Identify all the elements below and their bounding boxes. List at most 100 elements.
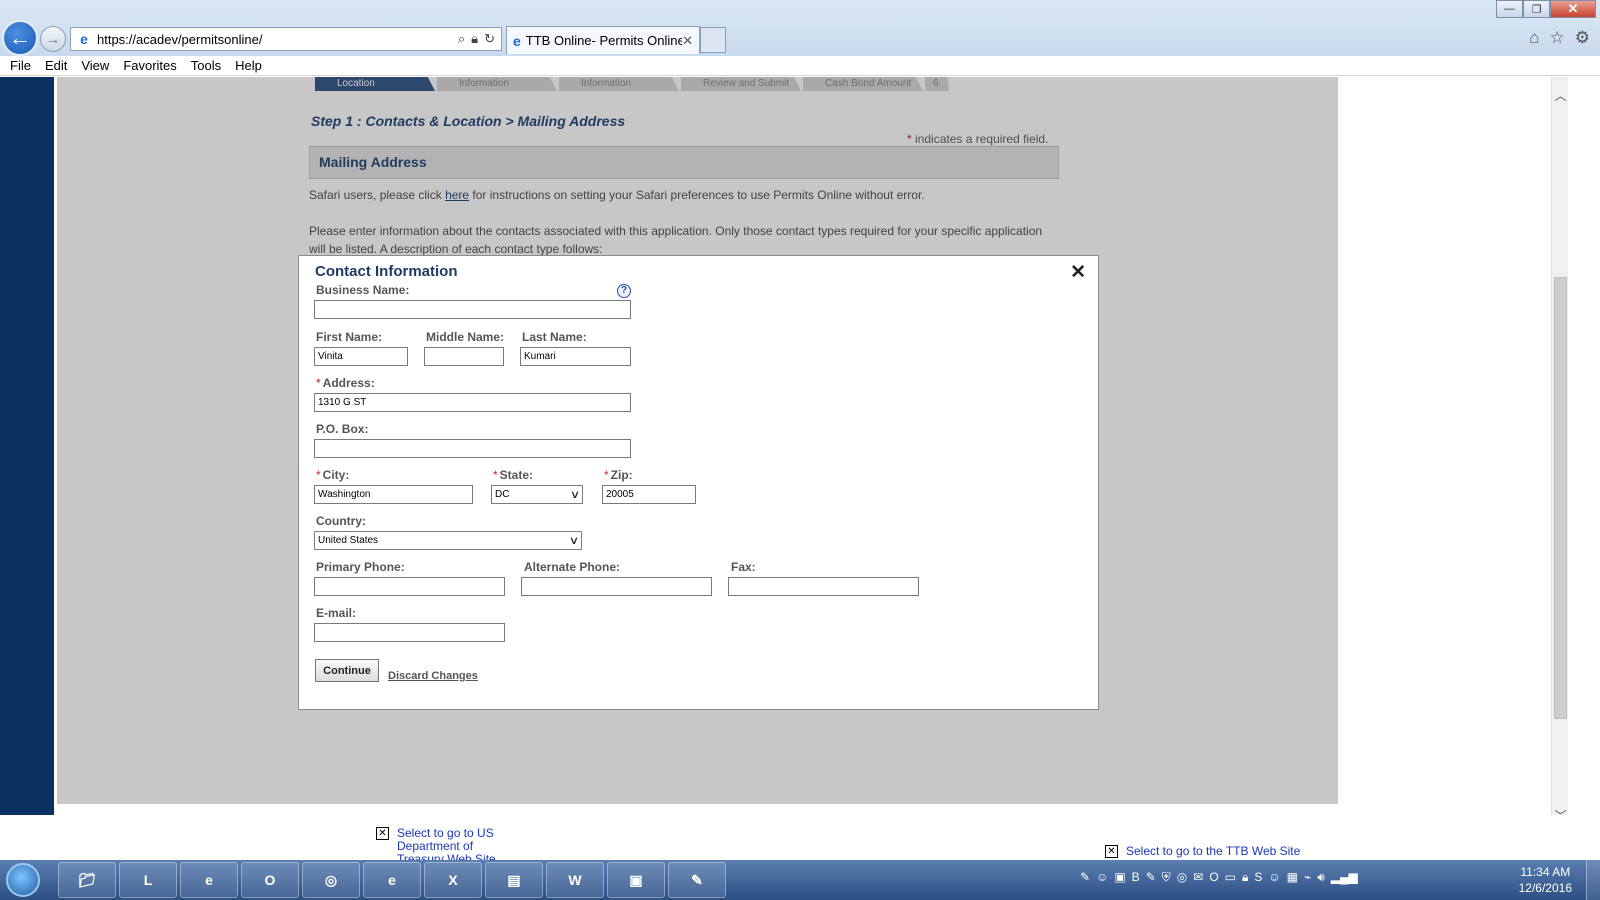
zip-label: * Zip: <box>604 468 633 482</box>
volume-icon[interactable]: 🔊︎ <box>1317 870 1325 885</box>
photos-icon[interactable]: ▣ <box>607 862 665 898</box>
scroll-down-arrow-icon[interactable]: ﹀ <box>1552 807 1569 815</box>
chevron-down-icon: ∨ <box>568 535 580 547</box>
window-controls: — ❐ ✕ <box>1496 0 1596 18</box>
tray-icon[interactable]: ▦ <box>1287 870 1298 885</box>
po-box-field[interactable] <box>314 439 631 458</box>
first-name-field[interactable] <box>314 347 408 366</box>
settings-gear-icon[interactable]: ⚙ <box>1575 28 1590 48</box>
last-name-field[interactable] <box>520 347 631 366</box>
fax-label: Fax: <box>731 560 756 574</box>
tab-close-icon[interactable]: ✕ <box>682 33 693 49</box>
back-button[interactable]: ← <box>2 20 38 56</box>
address-bar[interactable]: e https://acadev/permitsonline/ ⌕ 🔒︎ ↻ <box>70 27 502 51</box>
page-footer: ✕ Select to go to US Department of Treas… <box>0 815 1583 866</box>
tray-icon[interactable]: O <box>1209 870 1218 885</box>
paint-icon[interactable]: ✎ <box>668 862 726 898</box>
country-select[interactable]: United States ∨ <box>314 531 582 550</box>
tray-icon[interactable]: ☺ <box>1268 870 1280 885</box>
left-nav-band <box>0 77 54 815</box>
home-icon[interactable]: ⌂ <box>1529 28 1539 48</box>
dialog-title: Contact Information <box>315 263 458 280</box>
refresh-icon[interactable]: ↻ <box>484 31 495 47</box>
broken-image-icon: ✕ <box>1105 845 1118 858</box>
tray-icon[interactable]: 🔒︎ <box>1242 870 1248 885</box>
state-select[interactable]: DC ∨ <box>491 485 583 504</box>
address-label: * Address: <box>316 376 375 390</box>
menu-favorites[interactable]: Favorites <box>117 58 182 73</box>
help-icon[interactable]: ? <box>617 284 631 298</box>
show-desktop-button[interactable] <box>1586 860 1600 900</box>
minimize-button[interactable]: — <box>1496 0 1523 18</box>
forward-button[interactable]: → <box>40 26 66 52</box>
explorer-folder-icon[interactable]: 📁︎ <box>58 862 116 898</box>
address-url[interactable]: https://acadev/permitsonline/ <box>97 32 458 47</box>
alternate-phone-label: Alternate Phone: <box>524 560 621 574</box>
tray-icon[interactable]: ▣ <box>1114 870 1125 885</box>
menu-edit[interactable]: Edit <box>39 58 73 73</box>
tray-icon[interactable]: ⛨ <box>1162 870 1171 885</box>
continue-button[interactable]: Continue <box>315 659 379 682</box>
restore-button[interactable]: ❐ <box>1523 0 1550 18</box>
excel-icon[interactable]: X <box>424 862 482 898</box>
tray-icon[interactable]: ✎ <box>1146 870 1156 885</box>
back-arrow-icon: ← <box>9 25 31 50</box>
business-name-field[interactable] <box>314 300 631 319</box>
address-field[interactable] <box>314 393 631 412</box>
clock-time: 11:34 AM <box>1520 865 1571 879</box>
notepad-icon[interactable]: ▤ <box>485 862 543 898</box>
lync-icon[interactable]: L <box>119 862 177 898</box>
alternate-phone-field[interactable] <box>521 577 712 596</box>
scroll-up-arrow-icon[interactable]: ︿ <box>1552 87 1569 104</box>
tray-icon[interactable]: ▭ <box>1225 870 1236 885</box>
business-name-label: Business Name: <box>316 283 410 297</box>
new-tab-button[interactable] <box>700 27 726 53</box>
internet-explorer-icon[interactable]: e <box>363 862 421 898</box>
favorites-star-icon[interactable]: ☆ <box>1550 28 1565 48</box>
network-signal-icon[interactable]: ▂▄▆ <box>1331 870 1358 885</box>
outlook-icon[interactable]: O <box>241 862 299 898</box>
email-field[interactable] <box>314 623 505 642</box>
menu-file[interactable]: File <box>4 58 37 73</box>
menu-view[interactable]: View <box>75 58 115 73</box>
tray-icon[interactable]: ◎ <box>1177 870 1187 885</box>
fax-field[interactable] <box>728 577 919 596</box>
word-icon[interactable]: W <box>546 862 604 898</box>
lock-icon[interactable]: 🔒︎ <box>471 31 478 47</box>
browser-tab-active[interactable]: e TTB Online- Permits Online... ✕ <box>506 26 700 54</box>
internet-explorer-icon[interactable]: e <box>180 862 238 898</box>
scroll-thumb[interactable] <box>1554 277 1567 719</box>
close-dialog-icon[interactable]: ✕ <box>1070 261 1086 284</box>
ttb-link[interactable]: ✕ Select to go to the TTB Web Site <box>1105 845 1300 858</box>
required-star: * <box>493 468 498 482</box>
vertical-scrollbar[interactable]: ︿ ﹀ <box>1551 77 1568 815</box>
po-box-label: P.O. Box: <box>316 422 369 436</box>
chrome-icon[interactable]: ◎ <box>302 862 360 898</box>
required-star: * <box>316 376 321 390</box>
tray-icon[interactable]: ⌁ <box>1304 870 1311 885</box>
start-button[interactable] <box>6 863 40 897</box>
tray-icon[interactable]: ✉ <box>1193 870 1203 885</box>
first-name-label: First Name: <box>316 330 383 344</box>
city-field[interactable] <box>314 485 473 504</box>
email-label: E-mail: <box>316 606 357 620</box>
system-clock[interactable]: 11:34 AM 12/6/2016 <box>1519 864 1572 896</box>
middle-name-field[interactable] <box>424 347 504 366</box>
country-label: Country: <box>316 514 366 528</box>
primary-phone-field[interactable] <box>314 577 505 596</box>
system-tray: ✎ ☺ ▣ B ✎ ⛨ ◎ ✉ O ▭ 🔒︎ S ☺ ▦ ⌁ 🔊︎ ▂▄▆ <box>1080 870 1358 885</box>
zip-field[interactable] <box>602 485 696 504</box>
forward-arrow-icon: → <box>45 30 61 48</box>
ie-page-icon: e <box>80 31 88 47</box>
close-window-button[interactable]: ✕ <box>1550 0 1596 18</box>
required-star: * <box>604 468 609 482</box>
menu-tools[interactable]: Tools <box>185 58 227 73</box>
tray-icon[interactable]: S <box>1254 870 1262 885</box>
discard-changes-link[interactable]: Discard Changes <box>388 670 478 682</box>
chevron-down-icon: ∨ <box>569 489 581 501</box>
search-icon[interactable]: ⌕ <box>458 31 465 47</box>
tray-icon[interactable]: ✎ <box>1080 870 1090 885</box>
menu-help[interactable]: Help <box>229 58 268 73</box>
tray-icon[interactable]: ☺ <box>1096 870 1108 885</box>
tray-icon[interactable]: B <box>1132 870 1140 885</box>
